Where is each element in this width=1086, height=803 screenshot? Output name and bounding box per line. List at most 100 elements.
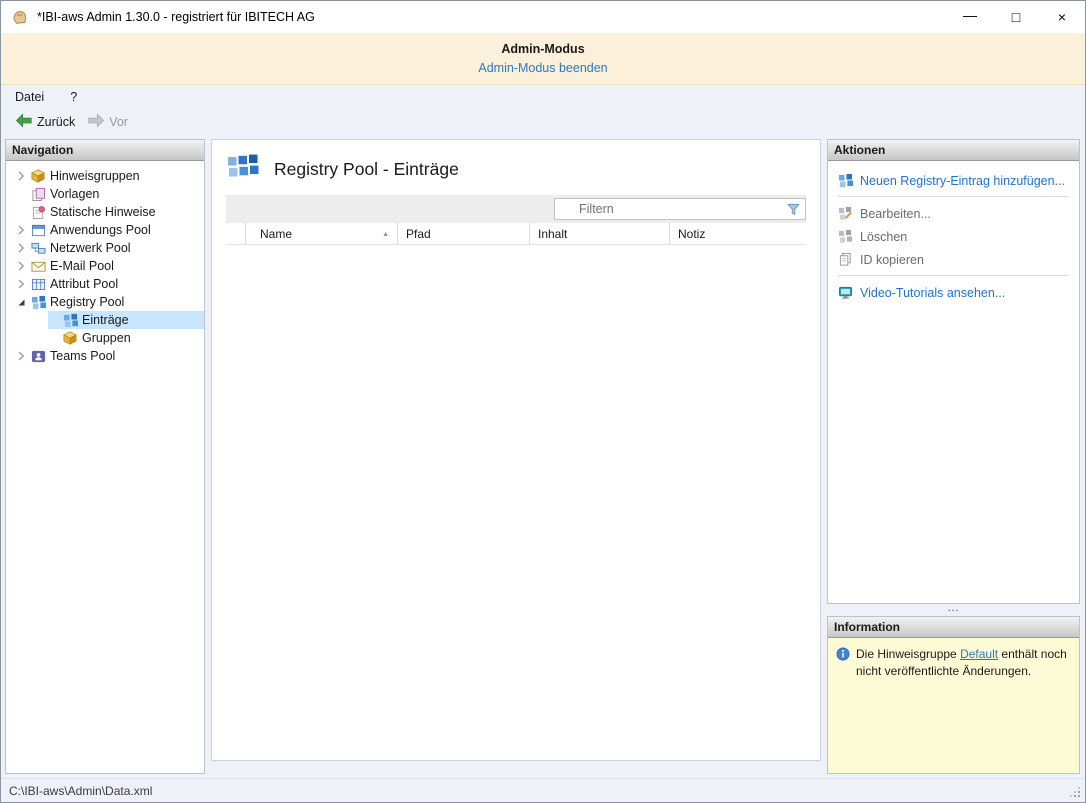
chevron-right-icon[interactable] xyxy=(14,223,28,237)
chevron-right-icon[interactable] xyxy=(14,349,28,363)
filter-box xyxy=(554,198,806,220)
forward-arrow-icon xyxy=(87,113,105,131)
nav-item-label: Anwendungs Pool xyxy=(50,223,151,237)
chevron-expanded-icon[interactable] xyxy=(14,295,28,309)
default-group-link[interactable]: Default xyxy=(960,647,998,661)
chevron-right-icon[interactable] xyxy=(14,277,28,291)
column-header-pfad[interactable]: Pfad xyxy=(398,223,530,245)
column-label: Pfad xyxy=(406,227,431,241)
column-label: Name xyxy=(260,227,292,241)
nav-item-email-pool[interactable]: E-Mail Pool xyxy=(6,257,204,275)
delete-action[interactable]: Löschen xyxy=(828,225,1079,248)
row-header-gutter xyxy=(226,223,246,245)
minimize-button[interactable]: — xyxy=(947,1,993,33)
information-header: Information xyxy=(828,617,1079,638)
nav-item-label: Einträge xyxy=(82,313,129,327)
information-panel: Information Die Hinweisgruppe Default en… xyxy=(827,616,1080,774)
action-label: Löschen xyxy=(860,230,907,244)
menu-datei[interactable]: Datei xyxy=(15,90,44,104)
registry-entries-header-icon xyxy=(226,153,260,185)
app-window: { "window": { "title": "*IBI-aws Admin 1… xyxy=(0,0,1086,803)
add-registry-entry-action[interactable]: Neuen Registry-Eintrag hinzufügen... xyxy=(828,169,1079,192)
actions-panel: Aktionen Neuen Registry-Eintrag hinzufüg… xyxy=(827,139,1080,604)
nav-item-label: Gruppen xyxy=(82,331,131,345)
nav-item-label: Teams Pool xyxy=(50,349,115,363)
action-label: Video-Tutorials ansehen... xyxy=(860,286,1005,300)
back-label: Zurück xyxy=(37,115,75,129)
filter-funnel-icon[interactable] xyxy=(787,203,800,219)
entries-table: Name ▲ Pfad Inhalt Notiz xyxy=(226,223,806,725)
nav-item-vorlagen[interactable]: Vorlagen xyxy=(6,185,204,203)
admin-mode-banner: Admin-Modus Admin-Modus beenden xyxy=(1,33,1085,85)
copy-id-action[interactable]: ID kopieren xyxy=(828,248,1079,271)
main-header: Registry Pool - Einträge xyxy=(212,140,820,195)
nav-item-registry-pool[interactable]: Registry Pool xyxy=(6,293,204,311)
nav-item-label: E-Mail Pool xyxy=(50,259,114,273)
admin-mode-end-link[interactable]: Admin-Modus beenden xyxy=(478,61,607,75)
status-bar: C:\IBI-aws\Admin\Data.xml xyxy=(1,778,1085,802)
menu-help[interactable]: ? xyxy=(70,90,77,104)
edit-action[interactable]: Bearbeiten... xyxy=(828,202,1079,225)
navigation-header: Navigation xyxy=(6,140,204,161)
registry-entries-icon xyxy=(62,312,78,328)
add-registry-entry-icon xyxy=(838,173,853,188)
video-tutorials-icon xyxy=(838,285,853,300)
templates-icon xyxy=(30,186,46,202)
navigation-toolbar: Zurück Vor xyxy=(1,109,1085,135)
video-tutorials-action[interactable]: Video-Tutorials ansehen... xyxy=(828,281,1079,304)
nav-item-label: Statische Hinweise xyxy=(50,205,156,219)
chevron-right-icon[interactable] xyxy=(14,259,28,273)
teams-pool-icon xyxy=(30,348,46,364)
nav-item-hinweisgruppen[interactable]: Hinweisgruppen xyxy=(6,167,204,185)
notice-groups-icon xyxy=(30,168,46,184)
navigation-panel: Navigation Hinweisgruppen xyxy=(5,139,205,774)
splitter-dots-icon: … xyxy=(947,600,960,614)
data-file-path: C:\IBI-aws\Admin\Data.xml xyxy=(9,784,152,798)
nav-item-gruppen[interactable]: Gruppen xyxy=(48,329,204,347)
right-column: Aktionen Neuen Registry-Eintrag hinzufüg… xyxy=(827,139,1080,774)
sort-ascending-icon: ▲ xyxy=(382,231,389,238)
delete-icon xyxy=(838,229,853,244)
back-arrow-icon xyxy=(15,113,33,131)
column-header-inhalt[interactable]: Inhalt xyxy=(530,223,670,245)
column-header-name[interactable]: Name ▲ xyxy=(246,223,398,245)
nav-item-anwendungs-pool[interactable]: Anwendungs Pool xyxy=(6,221,204,239)
chevron-right-icon[interactable] xyxy=(14,169,28,183)
nav-item-label: Attribut Pool xyxy=(50,277,118,291)
nav-item-teams-pool[interactable]: Teams Pool xyxy=(6,347,204,365)
chevron-right-icon[interactable] xyxy=(14,241,28,255)
nav-item-netzwerk-pool[interactable]: Netzwerk Pool xyxy=(6,239,204,257)
main-content-panel: Registry Pool - Einträge Name ▲ Pfad Inh… xyxy=(211,139,821,761)
maximize-button[interactable]: □ xyxy=(993,1,1039,33)
forward-button[interactable]: Vor xyxy=(81,111,134,133)
table-body-empty xyxy=(226,245,806,725)
actions-separator xyxy=(838,196,1069,197)
nav-item-label: Registry Pool xyxy=(50,295,124,309)
attribute-pool-icon xyxy=(30,276,46,292)
nav-item-statische-hinweise[interactable]: Statische Hinweise xyxy=(6,203,204,221)
nav-item-attribut-pool[interactable]: Attribut Pool xyxy=(6,275,204,293)
menu-bar: Datei ? xyxy=(1,85,1085,109)
window-title: *IBI-aws Admin 1.30.0 - registriert für … xyxy=(37,10,315,24)
action-label: Bearbeiten... xyxy=(860,207,931,221)
action-label: Neuen Registry-Eintrag hinzufügen... xyxy=(860,174,1065,188)
app-icon xyxy=(11,8,29,26)
filter-input[interactable] xyxy=(555,199,805,219)
info-icon xyxy=(836,647,850,666)
actions-separator xyxy=(838,275,1069,276)
close-button[interactable]: × xyxy=(1039,1,1085,33)
action-label: ID kopieren xyxy=(860,253,924,267)
column-label: Notiz xyxy=(678,227,705,241)
panel-splitter[interactable]: … xyxy=(827,604,1080,616)
registry-pool-icon xyxy=(30,294,46,310)
column-header-notiz[interactable]: Notiz xyxy=(670,223,806,245)
nav-item-label: Netzwerk Pool xyxy=(50,241,131,255)
resize-grip[interactable] xyxy=(1069,786,1081,798)
nav-item-label: Vorlagen xyxy=(50,187,99,201)
email-pool-icon xyxy=(30,258,46,274)
information-body: Die Hinweisgruppe Default enthält noch n… xyxy=(828,638,1079,773)
nav-item-eintraege[interactable]: Einträge xyxy=(48,311,204,329)
network-pool-icon xyxy=(30,240,46,256)
forward-label: Vor xyxy=(109,115,128,129)
back-button[interactable]: Zurück xyxy=(9,111,81,133)
